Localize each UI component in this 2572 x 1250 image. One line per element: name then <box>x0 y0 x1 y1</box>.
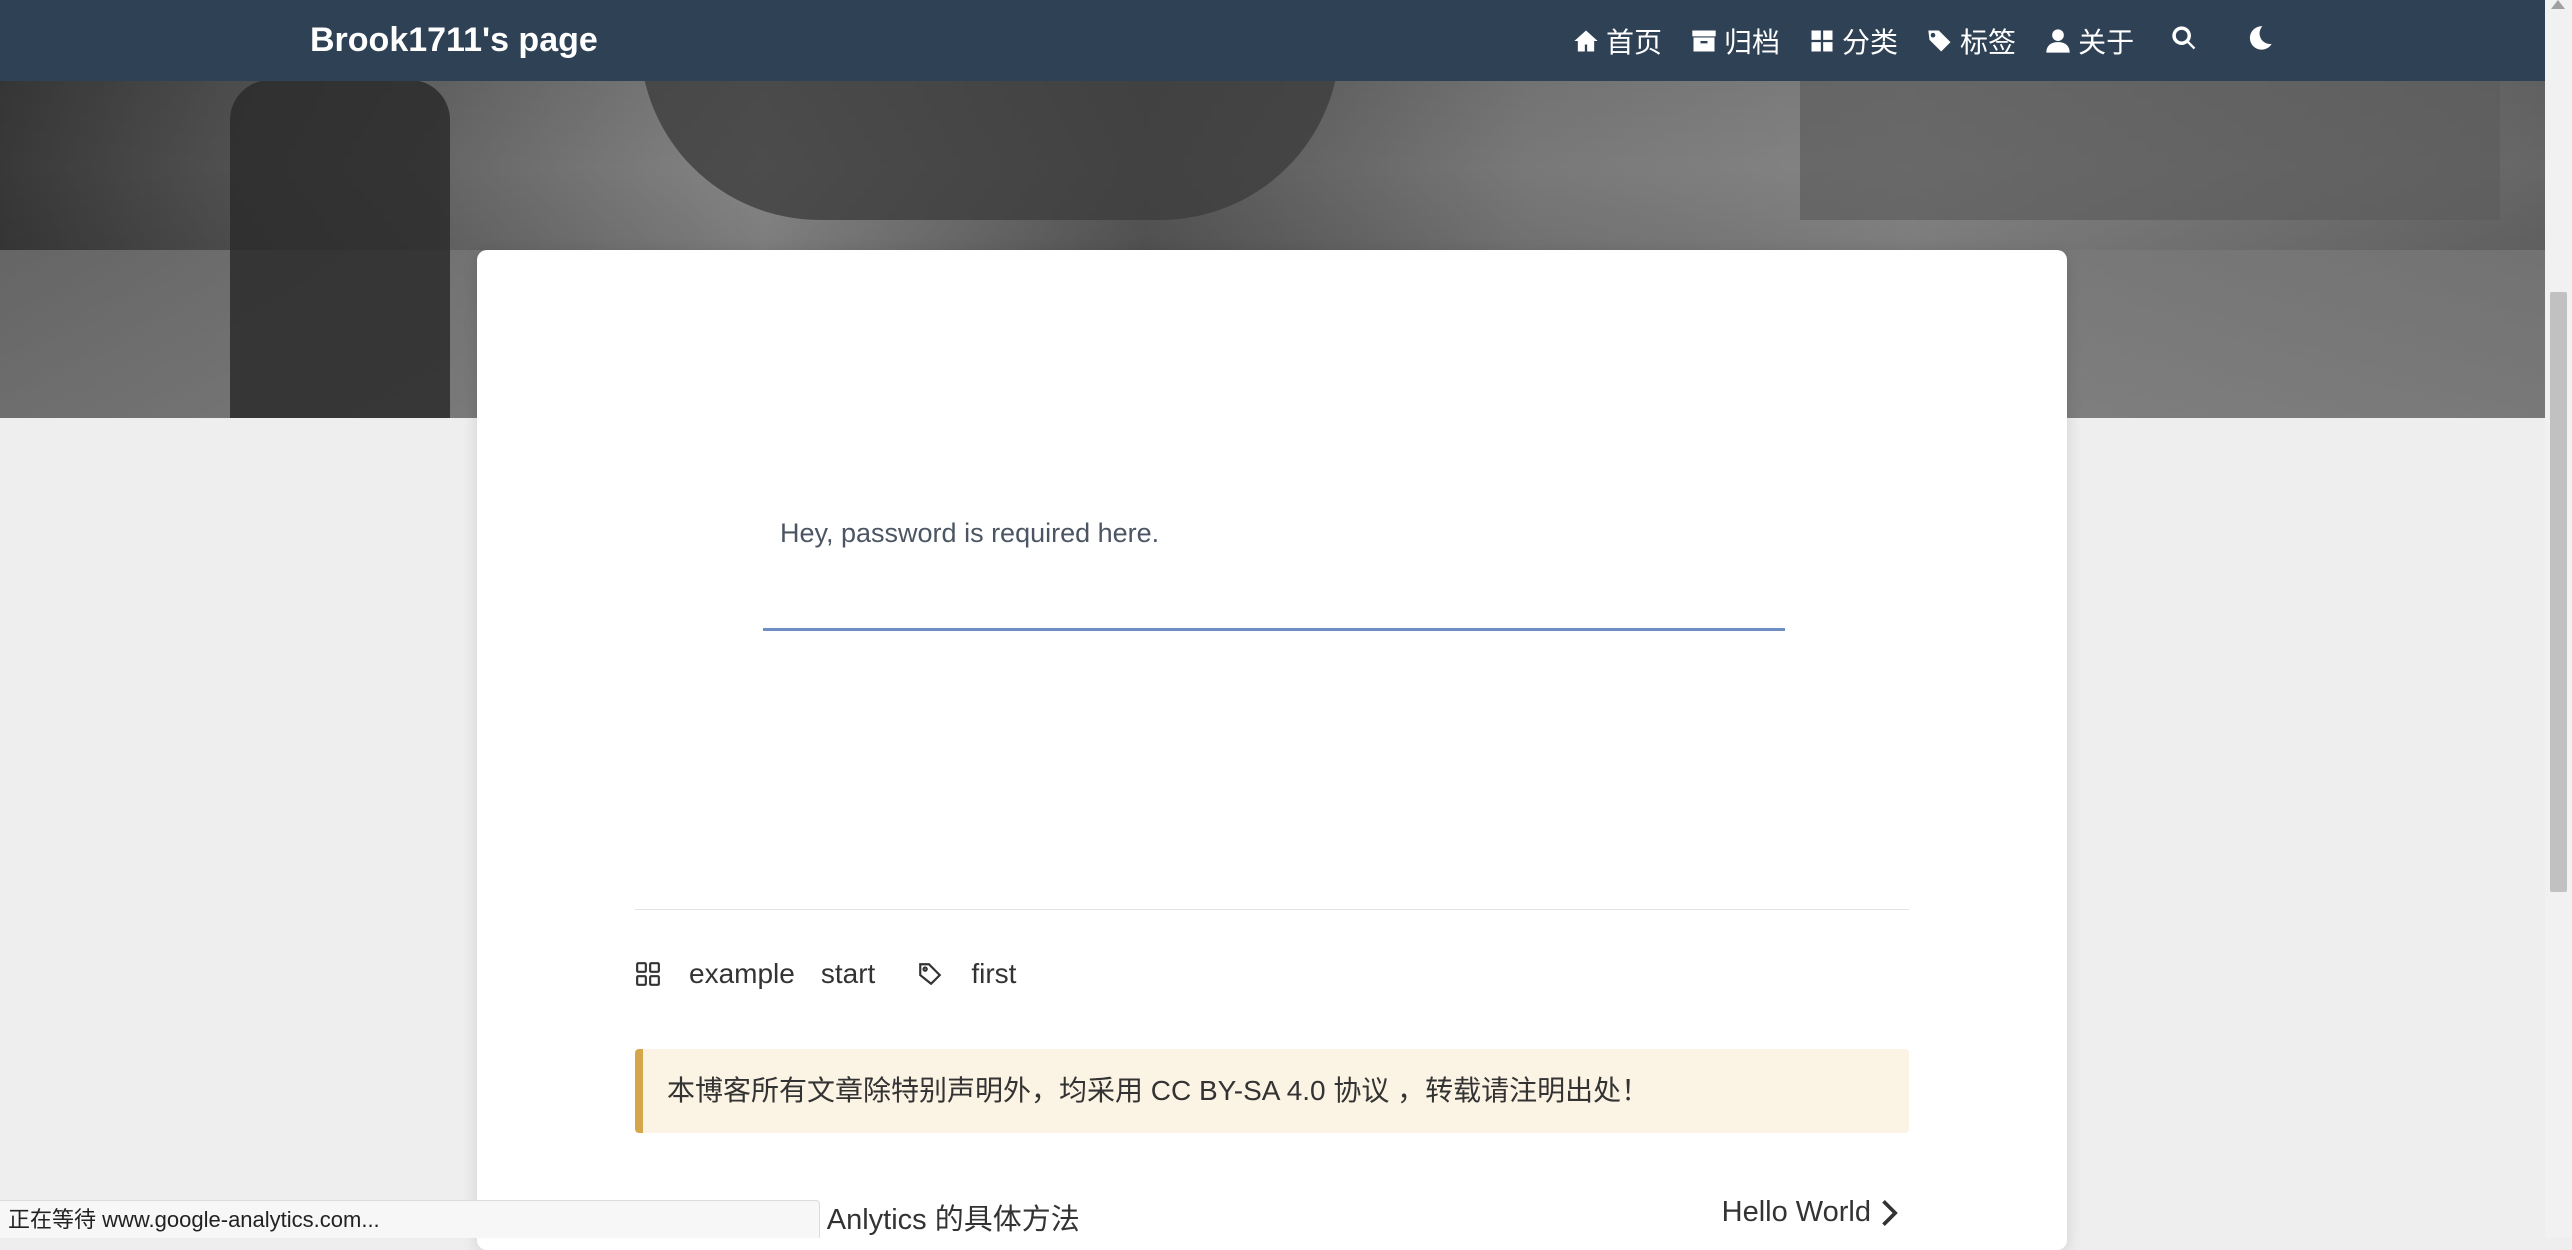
next-post-link[interactable]: Hello World <box>1722 1196 1901 1229</box>
home-icon <box>1574 30 1598 51</box>
tag-icon <box>919 963 942 986</box>
banner-building <box>1800 80 2500 220</box>
password-prompt: Hey, password is required here. <box>780 518 1160 548</box>
navbar: Brook1711's page 首页 归档 分类 标签 关于 <box>0 0 2545 81</box>
category-link[interactable]: start <box>821 958 875 990</box>
search-button[interactable] <box>2170 24 2198 57</box>
password-input[interactable] <box>763 600 1785 631</box>
search-icon <box>2172 26 2196 50</box>
nav-menu: 首页 归档 分类 标签 关于 <box>1572 0 2314 81</box>
nav-item-archive[interactable]: 归档 <box>1690 21 1780 61</box>
post-navigation: ‹ 关联 Google Anlytics 的具体方法 Hello World <box>635 1184 1909 1244</box>
divider <box>635 909 1909 910</box>
nav-label: 分类 <box>1842 26 1899 58</box>
theme-toggle-button[interactable] <box>2246 24 2274 57</box>
nav-item-about[interactable]: 关于 <box>2044 21 2134 61</box>
nav-label: 标签 <box>1960 26 2017 58</box>
scroll-up-arrow-icon[interactable] <box>2551 0 2565 9</box>
site-brand[interactable]: Brook1711's page <box>310 0 598 81</box>
tag-link[interactable]: first <box>971 958 1016 990</box>
nav-label: 首页 <box>1606 26 1663 58</box>
page-scrollbar[interactable] <box>2545 0 2572 1238</box>
next-post-title: Hello World <box>1721 1196 1871 1228</box>
banner-figure <box>230 80 450 418</box>
category-icon <box>636 962 660 986</box>
post-card: Hey, password is required here. example … <box>477 250 2067 1250</box>
post-meta: example start first <box>635 958 1016 990</box>
nav-item-home[interactable]: 首页 <box>1572 21 1662 61</box>
browser-status-bar: 正在等待 www.google-analytics.com... <box>0 1200 820 1238</box>
nav-item-categories[interactable]: 分类 <box>1808 21 1898 61</box>
archive-icon <box>1692 30 1716 51</box>
nav-label: 归档 <box>1724 26 1781 58</box>
grid-icon <box>1811 30 1833 51</box>
category-link[interactable]: example <box>689 958 795 990</box>
moon-icon <box>2249 26 2272 50</box>
user-icon <box>2046 28 2070 53</box>
license-notice: 本博客所有文章除特别声明外，均采用 CC BY-SA 4.0 协议 ，转载请注明… <box>635 1049 1909 1133</box>
tags-icon <box>1928 30 1951 51</box>
chevron-right-icon <box>1882 1199 1898 1226</box>
nav-label: 关于 <box>2078 26 2135 58</box>
scrollbar-thumb[interactable] <box>2550 292 2567 892</box>
nav-item-tags[interactable]: 标签 <box>1926 21 2016 61</box>
